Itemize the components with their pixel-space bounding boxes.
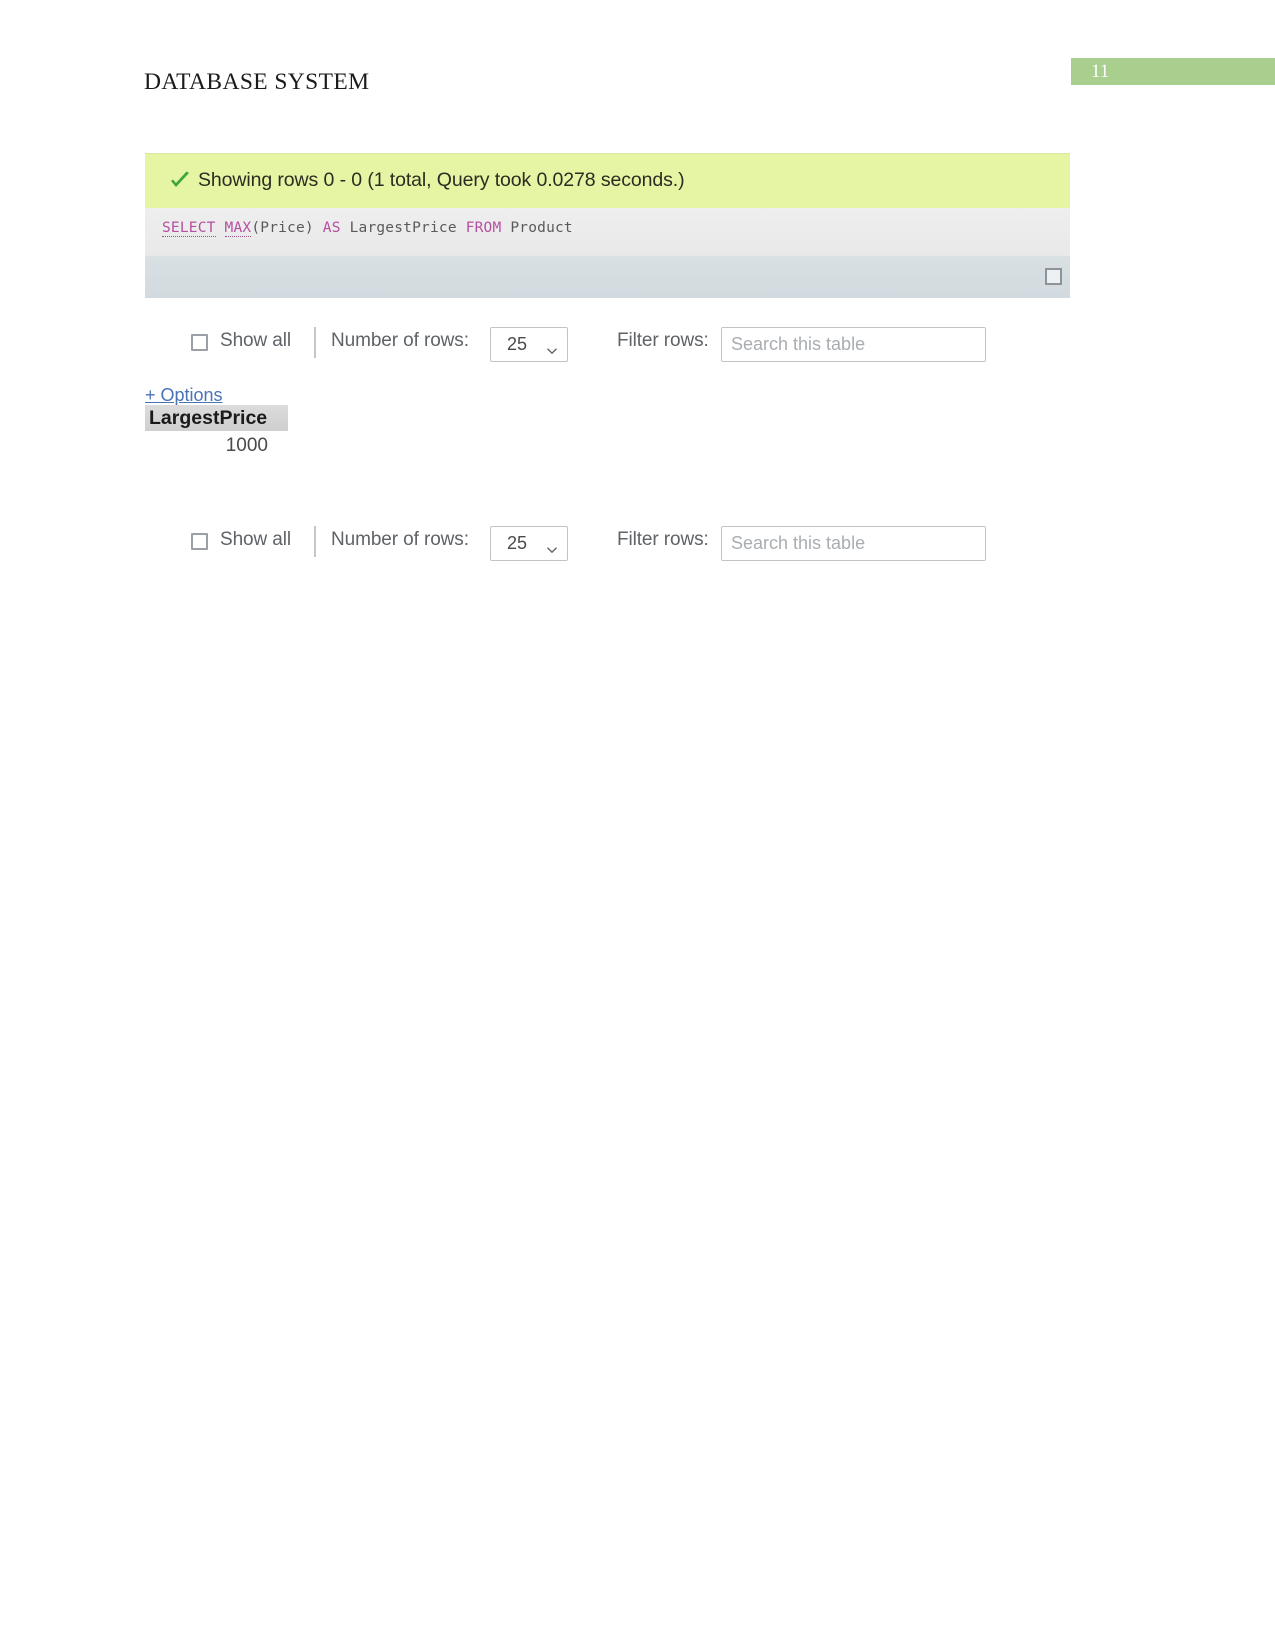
chevron-down-icon (547, 341, 557, 355)
controls-divider-bottom (314, 526, 316, 557)
sql-arg-price: (Price) (251, 220, 323, 236)
filter-rows-input-bottom[interactable]: Search this table (721, 526, 986, 561)
page-title: DATABASE SYSTEM (144, 69, 370, 95)
query-toolbar (145, 256, 1070, 298)
filter-rows-label-bottom: Filter rows: (617, 529, 709, 550)
document-header: DATABASE SYSTEM 11 (0, 0, 1275, 120)
column-header-largestprice[interactable]: LargestPrice (149, 407, 267, 430)
number-of-rows-label-top: Number of rows: (331, 330, 469, 351)
rows-per-page-value-bottom: 25 (507, 533, 528, 553)
options-toggle-link[interactable]: + Options (145, 385, 223, 406)
rows-per-page-value-top: 25 (507, 334, 528, 354)
toolbar-checkbox[interactable] (1045, 268, 1062, 285)
sql-keyword-from: FROM (465, 220, 502, 236)
sql-alias-largestprice: LargestPrice (340, 220, 466, 236)
cell-largestprice-value[interactable]: 1000 (226, 435, 268, 457)
check-icon (169, 170, 191, 192)
sql-keyword-max: MAX (224, 220, 252, 237)
page-number: 11 (1091, 61, 1110, 82)
show-all-label-bottom: Show all (220, 529, 292, 550)
sql-query-text: SELECT MAX(Price) AS LargestPrice FROM P… (162, 220, 573, 237)
sql-keyword-as: AS (322, 220, 341, 236)
sql-table-product: Product (501, 220, 573, 236)
query-status-bar: Showing rows 0 - 0 (1 total, Query took … (145, 153, 1070, 208)
number-of-rows-label-bottom: Number of rows: (331, 529, 469, 550)
filter-rows-label-top: Filter rows: (617, 330, 709, 351)
page-number-badge: 11 (1071, 58, 1275, 85)
filter-rows-placeholder-top: Search this table (731, 334, 866, 354)
show-all-label-top: Show all (220, 330, 292, 351)
result-table: LargestPrice 1000 (145, 405, 288, 461)
filter-rows-placeholder-bottom: Search this table (731, 533, 866, 553)
chevron-down-icon (547, 540, 557, 554)
table-header-row: LargestPrice (145, 405, 288, 431)
table-row: 1000 (145, 431, 288, 461)
sql-keyword-select: SELECT (162, 220, 216, 237)
show-all-checkbox-top[interactable] (191, 334, 208, 351)
show-all-checkbox-bottom[interactable] (191, 533, 208, 550)
sql-query-bar[interactable]: SELECT MAX(Price) AS LargestPrice FROM P… (145, 208, 1070, 256)
rows-per-page-select-top[interactable]: 25 (490, 327, 568, 362)
sql-space-1 (216, 220, 225, 236)
table-controls-bottom: Show all Number of rows: 25 Filter rows:… (145, 522, 1070, 566)
controls-divider-top (314, 327, 316, 358)
query-result-screenshot: Showing rows 0 - 0 (1 total, Query took … (145, 153, 1070, 561)
table-controls-top: Show all Number of rows: 25 Filter rows:… (145, 323, 1070, 367)
rows-per-page-select-bottom[interactable]: 25 (490, 526, 568, 561)
filter-rows-input-top[interactable]: Search this table (721, 327, 986, 362)
query-status-text: Showing rows 0 - 0 (1 total, Query took … (198, 169, 685, 191)
